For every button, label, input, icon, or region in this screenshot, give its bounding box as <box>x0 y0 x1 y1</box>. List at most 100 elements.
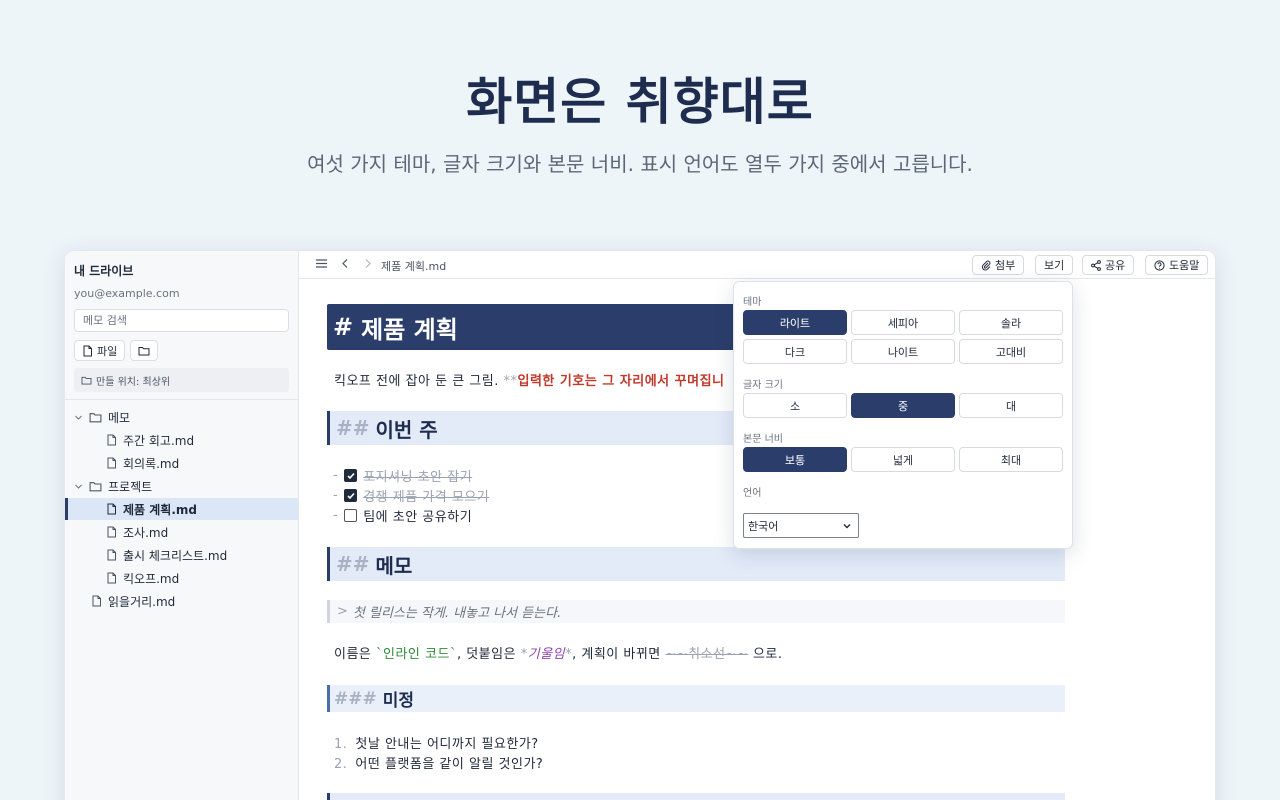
width-max-button[interactable]: 최대 <box>959 447 1063 472</box>
file-icon <box>106 503 117 515</box>
checkbox-checked[interactable] <box>344 469 358 482</box>
user-email: you@example.com <box>74 287 180 300</box>
list-mark: - <box>333 488 339 503</box>
font-size-large-button[interactable]: 대 <box>959 393 1063 418</box>
file-icon <box>91 595 102 607</box>
sidebar: 내 드라이브 you@example.com 파일 만들 위치: 최상위 메모 <box>65 251 299 800</box>
back-icon[interactable] <box>339 257 352 270</box>
language-value: 한국어 <box>748 519 779 533</box>
folder-icon <box>81 376 92 385</box>
bold-mark: ** <box>503 374 518 389</box>
task-item: - 팀에 초안 공유하기 <box>333 506 472 525</box>
folder-icon <box>89 412 102 423</box>
heading-mark: ## <box>336 416 370 440</box>
file-icon <box>106 549 117 561</box>
new-folder-button[interactable] <box>130 340 158 361</box>
heading-3-text: 미정 <box>382 691 415 711</box>
list-number: 2. <box>334 757 348 772</box>
tree-item-label: 제품 계획.md <box>123 502 197 517</box>
tree-file-kickoff[interactable]: 킥오프.md <box>65 567 298 589</box>
chevron-down-icon <box>842 521 852 531</box>
list-mark: - <box>333 508 339 523</box>
task-item: - 경쟁 제품 가격 모으기 <box>333 486 489 505</box>
app-window: 내 드라이브 you@example.com 파일 만들 위치: 최상위 메모 <box>64 250 1216 800</box>
paperclip-icon <box>981 260 991 271</box>
view-button[interactable]: 보기 <box>1035 255 1074 275</box>
strike-text: ~~취소선~~ <box>665 647 749 662</box>
tree-item-label: 조사.md <box>123 525 169 540</box>
list-text: 첫날 안내는 어디까지 필요한가? <box>355 737 539 752</box>
task-item: - 포지셔닝 초안 잡기 <box>333 466 472 485</box>
italic-text: 기울임 <box>527 647 566 662</box>
hero-title: 화면은 취향대로 <box>466 73 814 131</box>
theme-label: 테마 <box>743 297 762 308</box>
folder-icon <box>89 481 102 492</box>
file-icon <box>106 526 117 538</box>
file-icon <box>106 434 117 446</box>
heading-2-text: 메모 <box>375 553 413 578</box>
theme-solar-button[interactable]: 솔라 <box>959 310 1063 335</box>
tree-item-label: 주간 회고.md <box>123 433 195 448</box>
new-file-button[interactable]: 파일 <box>74 340 126 361</box>
heading-3: ### 미정 <box>327 685 1065 712</box>
theme-contrast-button[interactable]: 고대비 <box>959 339 1063 364</box>
paragraph-text: , 덧붙임은 <box>456 647 521 662</box>
tree-file-reading[interactable]: 읽을거리.md <box>65 590 298 612</box>
list-number: 1. <box>334 737 348 752</box>
checkbox-unchecked[interactable] <box>344 509 358 522</box>
help-icon <box>1154 259 1165 271</box>
new-file-label: 파일 <box>97 344 118 358</box>
tree-file-research[interactable]: 조사.md <box>65 521 298 543</box>
editor-toolbar: 제품 계획.md 첨부 보기 공유 도움말 <box>299 251 1215 279</box>
font-size-medium-button[interactable]: 중 <box>851 393 955 418</box>
task-label: 경쟁 제품 가격 모으기 <box>363 490 490 505</box>
tree-item-label: 킥오프.md <box>123 571 180 586</box>
folder-icon <box>138 346 150 356</box>
help-label: 도움말 <box>1169 259 1200 272</box>
create-location: 만들 위치: 최상위 <box>74 368 289 392</box>
italic-mark: * <box>520 647 528 662</box>
share-button[interactable]: 공유 <box>1082 255 1135 275</box>
tree-file-minutes[interactable]: 회의록.md <box>65 452 298 474</box>
theme-sepia-button[interactable]: 세피아 <box>851 310 955 335</box>
font-size-small-button[interactable]: 소 <box>743 393 847 418</box>
theme-light-button[interactable]: 라이트 <box>743 310 847 335</box>
paragraph-formatting: 이름은 `인라인 코드`, 덧붙임은 *기울임*, 계획이 바뀌면 ~~취소선~… <box>334 643 783 662</box>
bold-text: 입력한 기호는 그 자리에서 꾸며집니 <box>517 374 725 389</box>
theme-dark-button[interactable]: 다크 <box>743 339 847 364</box>
paragraph-text: 킥오프 전에 잡아 둔 큰 그림. <box>334 374 504 389</box>
list-mark: - <box>333 468 339 483</box>
create-location-label: 만들 위치: 최상위 <box>96 376 171 388</box>
heading-2-next <box>327 793 1065 800</box>
language-select[interactable]: 한국어 <box>743 513 859 538</box>
quote-text: 첫 릴리스는 작게. 내놓고 나서 듣는다. <box>352 606 562 621</box>
width-normal-button[interactable]: 보통 <box>743 447 847 472</box>
tree-folder-project[interactable]: 프로젝트 <box>65 475 298 497</box>
tree-item-label: 읽을거리.md <box>108 594 176 609</box>
theme-night-button[interactable]: 나이트 <box>851 339 955 364</box>
tree-item-label: 출시 체크리스트.md <box>123 548 228 563</box>
chevron-down-icon <box>74 413 83 422</box>
heading-2-text: 이번 주 <box>375 417 438 442</box>
tree-file-product-plan[interactable]: 제품 계획.md <box>65 498 298 520</box>
checkbox-checked[interactable] <box>344 489 358 502</box>
paragraph-text: 으로. <box>748 647 783 662</box>
chevron-down-icon <box>74 482 83 491</box>
search-input[interactable] <box>74 309 289 332</box>
language-label: 언어 <box>743 488 762 499</box>
paragraph-intro: 킥오프 전에 잡아 둔 큰 그림. **입력한 기호는 그 자리에서 꾸며집니 <box>334 370 725 389</box>
heading-mark: # <box>333 313 354 341</box>
paragraph-text: 이름은 <box>334 647 377 662</box>
attach-button[interactable]: 첨부 <box>972 255 1025 275</box>
forward-icon[interactable] <box>361 257 374 270</box>
tree-file-weekly[interactable]: 주간 회고.md <box>65 429 298 451</box>
help-button[interactable]: 도움말 <box>1145 255 1209 275</box>
share-label: 공유 <box>1105 259 1126 272</box>
tree-file-checklist[interactable]: 출시 체크리스트.md <box>65 544 298 566</box>
view-settings-popover: 테마 라이트 세피아 솔라 다크 나이트 고대비 글자 크기 소 중 대 본문 … <box>733 281 1073 549</box>
drive-title: 내 드라이브 <box>74 264 134 278</box>
width-wide-button[interactable]: 넓게 <box>851 447 955 472</box>
menu-icon[interactable] <box>315 257 328 270</box>
font-size-label: 글자 크기 <box>743 380 783 391</box>
tree-folder-memo[interactable]: 메모 <box>65 406 298 428</box>
